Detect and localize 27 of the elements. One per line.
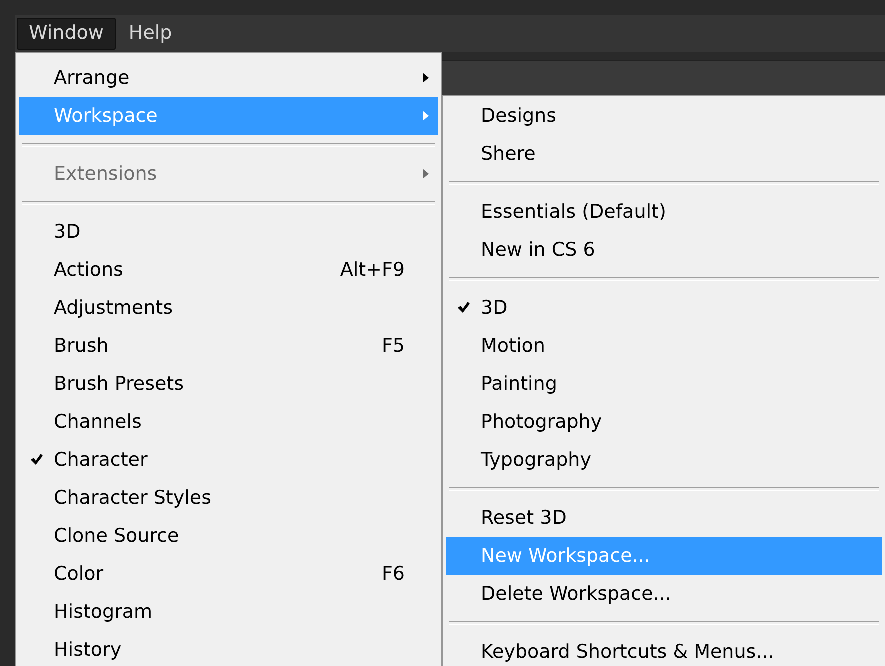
menu-item[interactable]: Actions Alt+F9 [19, 251, 438, 289]
menu-item[interactable]: History [19, 631, 438, 666]
menu-item[interactable]: Color F6 [19, 555, 438, 593]
menu-item[interactable]: Painting [446, 365, 882, 403]
menu-item[interactable]: Reset 3D [446, 499, 882, 537]
menu-item[interactable]: Brush Presets [19, 365, 438, 403]
menu-item[interactable]: Arrange [19, 59, 438, 97]
menu-item[interactable]: Essentials (Default) [446, 193, 882, 231]
menu-bar-item[interactable]: Window [17, 18, 116, 50]
menu-item[interactable]: 3D [19, 213, 438, 251]
menu-item[interactable]: Clone Source [19, 517, 438, 555]
menu-item[interactable]: Keyboard Shortcuts & Menus... [446, 633, 882, 666]
menu-item[interactable]: Typography [446, 441, 882, 479]
menu-item[interactable]: Photography [446, 403, 882, 441]
menu-item[interactable]: Delete Workspace... [446, 575, 882, 613]
menu-item[interactable]: Motion [446, 327, 882, 365]
menu-item[interactable]: Character Styles [19, 479, 438, 517]
menu-item[interactable]: Histogram [19, 593, 438, 631]
menu-item[interactable]: 3D [446, 289, 882, 327]
menu-item[interactable]: New in CS 6 [446, 231, 882, 269]
menu-item[interactable]: Adjustments [19, 289, 438, 327]
menu-item[interactable]: Character [19, 441, 438, 479]
menu-bar-item[interactable]: Help [118, 18, 184, 48]
menu-item[interactable]: Shere [446, 135, 882, 173]
menu-item[interactable]: Brush F5 [19, 327, 438, 365]
menu-item[interactable]: Channels [19, 403, 438, 441]
menu-item[interactable]: Designs [446, 97, 882, 135]
